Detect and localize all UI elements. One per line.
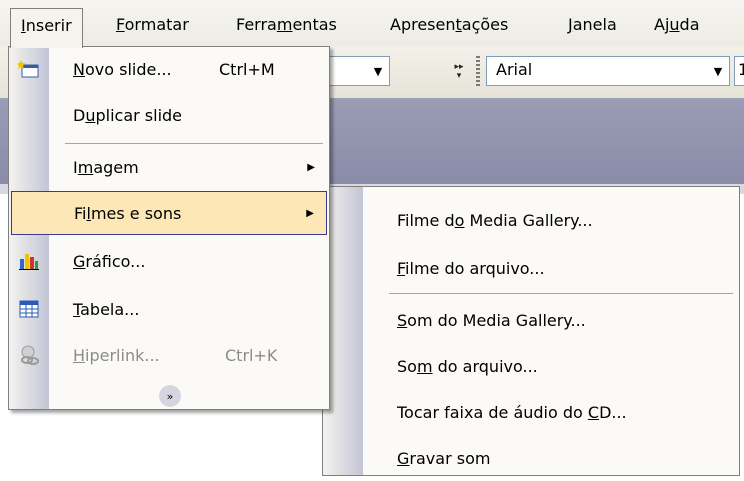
shortcut-ctrl-m: Ctrl+M (219, 59, 275, 79)
menu-item-novo-slide[interactable]: Novo slide... Ctrl+M (9, 47, 329, 91)
menu-inserir[interactable]: Inserir (10, 8, 83, 48)
submenu-item-som-arquivo[interactable]: Som do arquivo... (323, 343, 739, 389)
toolbar-grip-icon[interactable]: ▸▸ ▾ (452, 54, 466, 90)
font-name-value: Arial (496, 60, 533, 79)
font-size-value: 1 (738, 60, 744, 79)
submenu-item-label: Filme do Media Gallery... (397, 210, 593, 230)
menu-ajuda-pre: Aj (654, 15, 670, 34)
menu-item-hiperlink-label: Hiperlink... (73, 345, 160, 365)
menu-inserir-label: nserir (25, 16, 72, 35)
menu-janela-label: anela (572, 15, 617, 34)
submenu-item-som-media-gallery[interactable]: Som do Media Gallery... (323, 297, 739, 343)
submenu-item-tocar-cd[interactable]: Tocar faixa de áudio do CD... (323, 389, 739, 435)
submenu-item-label: Tocar faixa de áudio do CD... (397, 402, 627, 422)
menu-item-filmes-e-sons[interactable]: Filmes e sons ▶ (11, 191, 327, 235)
submenu-separator (389, 293, 733, 294)
toolbar-separator (476, 56, 480, 86)
submenu-item-label: Som do arquivo... (397, 356, 538, 376)
expand-menu-icon[interactable]: » (159, 385, 181, 407)
menu-formatar-mnemonic: F (116, 15, 125, 34)
shortcut-ctrl-k: Ctrl+K (225, 345, 278, 365)
menu-formatar[interactable]: Formatar (106, 8, 199, 42)
menu-item-duplicar-label: Duplicar slide (73, 105, 183, 125)
menu-ajuda-label: da (679, 15, 700, 34)
submenu-item-filme-arquivo[interactable]: Filme do arquivo... (323, 245, 739, 291)
menu-ajuda-mnemonic: u (669, 15, 680, 34)
submenu-arrow-icon: ▶ (307, 161, 315, 173)
menu-bar: Inserir Formatar Ferramentas Apresentaçõ… (0, 0, 744, 48)
new-slide-icon (9, 47, 49, 91)
menu-item-imagem[interactable]: Imagem ▶ (9, 145, 329, 189)
menu-ferramentas-label: entas (292, 15, 337, 34)
submenu-item-label: Som do Media Gallery... (397, 310, 586, 330)
menu-item-grafico-label: Gráfico... (73, 251, 146, 271)
menu-ferramentas[interactable]: Ferramentas (226, 8, 347, 42)
submenu-item-filme-media-gallery[interactable]: Filme do Media Gallery... (323, 197, 739, 243)
menu-janela[interactable]: Janela (558, 8, 627, 42)
menu-ajuda[interactable]: Ajuda (644, 8, 710, 42)
submenu-item-label: Gravar som (397, 448, 491, 468)
insert-menu: Novo slide... Ctrl+M Duplicar slide Imag… (8, 46, 330, 410)
submenu-item-gravar-som[interactable]: Gravar som (323, 435, 739, 481)
media-submenu: Filme do Media Gallery... Filme do arqui… (322, 186, 740, 476)
menu-item-duplicar-slide[interactable]: Duplicar slide (9, 93, 329, 137)
chevron-down-icon[interactable]: ▼ (707, 57, 729, 85)
menu-formatar-label: ormatar (124, 15, 189, 34)
menu-item-tabela[interactable]: Tabela... (9, 287, 329, 331)
menu-item-novo-slide-label: Novo slide... (73, 59, 172, 79)
menu-apresentacoes-label: ações (461, 15, 509, 34)
submenu-arrow-icon: ▶ (306, 207, 314, 219)
chart-icon (9, 239, 49, 283)
table-icon (9, 287, 49, 331)
hyperlink-icon (9, 333, 49, 377)
menu-item-tabela-label: Tabela... (73, 299, 140, 319)
menu-apresentacoes[interactable]: Apresentações (380, 8, 518, 42)
menu-item-imagem-label: Imagem (73, 157, 139, 177)
font-size-combo[interactable]: 1 (734, 56, 744, 86)
menu-item-filmes-label: Filmes e sons (74, 203, 182, 223)
menu-apresentacoes-pre: Apresen (390, 15, 456, 34)
menu-separator (65, 143, 323, 144)
menu-ferramentas-mnemonic: m (276, 15, 293, 34)
menu-ferramentas-pre: Ferra (236, 15, 277, 34)
style-combo[interactable]: ▼ (320, 56, 390, 86)
chevron-down-icon[interactable]: ▼ (367, 57, 389, 85)
submenu-item-label: Filme do arquivo... (397, 258, 545, 278)
menu-item-grafico[interactable]: Gráfico... (9, 239, 329, 283)
menu-item-hiperlink[interactable]: Hiperlink... Ctrl+K (9, 333, 329, 377)
